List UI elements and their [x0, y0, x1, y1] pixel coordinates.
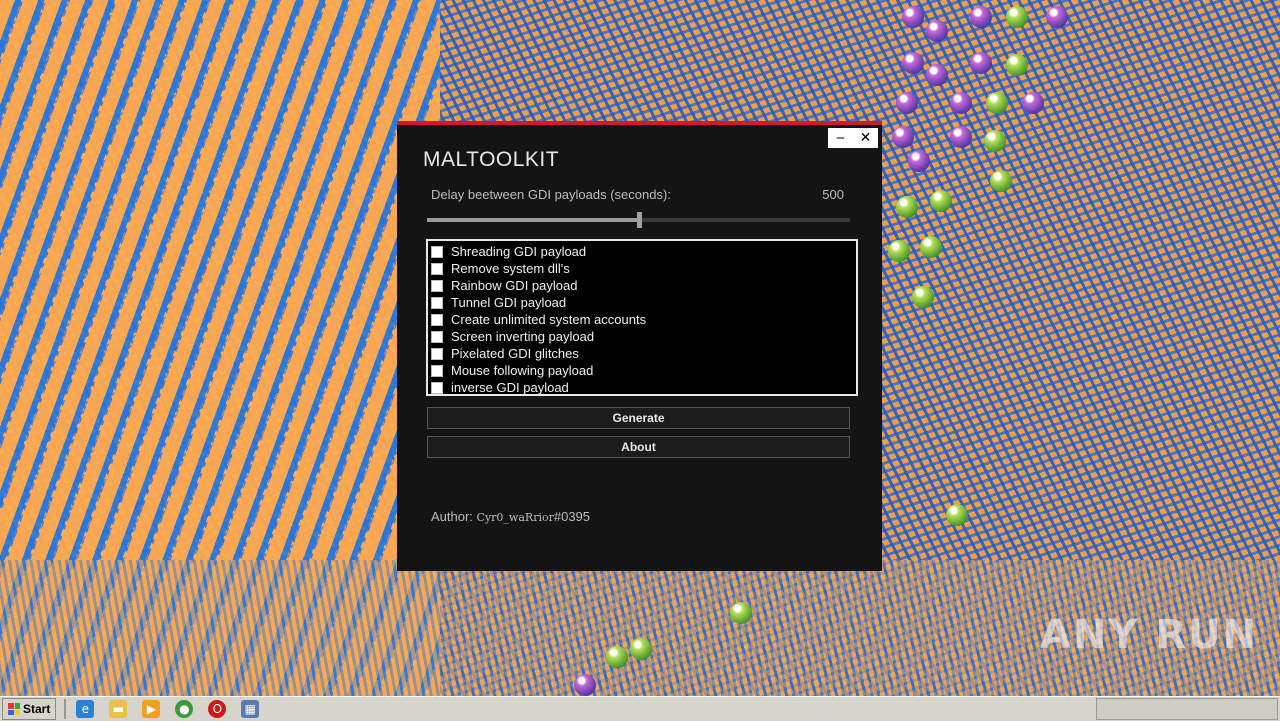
payload-item[interactable]: Remove system dll's: [428, 260, 856, 277]
glitch-orb-icon: [574, 674, 596, 696]
author-line: Author: Cyr0_waRrior#0395: [431, 509, 590, 524]
glitch-orb-icon: [912, 286, 934, 308]
system-tray: [1096, 698, 1278, 720]
about-button[interactable]: About: [427, 436, 850, 458]
generate-button[interactable]: Generate: [427, 407, 850, 429]
payload-label: Pixelated GDI glitches: [451, 346, 579, 361]
chrome-icon[interactable]: ●: [175, 700, 194, 718]
app-title: MALTOOLKIT: [423, 148, 560, 171]
author-prefix: Author:: [431, 509, 473, 524]
payload-label: Screen inverting payload: [451, 329, 595, 344]
glitch-orb-icon: [908, 150, 930, 172]
payload-checkbox[interactable]: [431, 296, 443, 309]
payload-item[interactable]: Screen inverting payload: [428, 328, 856, 345]
glitch-orb-icon: [606, 646, 628, 668]
glitch-orb-icon: [888, 240, 910, 262]
glitch-orb-icon: [970, 6, 992, 28]
payload-checkbox[interactable]: [431, 279, 443, 292]
payload-checkbox[interactable]: [431, 381, 443, 394]
payload-item[interactable]: Create unlimited system accounts: [428, 311, 856, 328]
payload-checkbox[interactable]: [431, 245, 443, 258]
ie-icon[interactable]: e: [76, 700, 95, 718]
glitch-orb-icon: [630, 638, 652, 660]
glitch-orb-icon: [984, 130, 1006, 152]
window-controls: ‒ ✕: [828, 128, 878, 148]
glitch-orb-icon: [920, 236, 942, 258]
opera-icon[interactable]: O: [208, 700, 227, 718]
payload-label: Mouse following payload: [451, 363, 594, 378]
windows-logo-icon: [8, 703, 20, 715]
slider-thumb[interactable]: [636, 212, 642, 228]
glitch-orb-icon: [926, 64, 948, 86]
payload-checkbox[interactable]: [431, 364, 443, 377]
payload-checkbox[interactable]: [431, 313, 443, 326]
glitch-orb-icon: [1022, 92, 1044, 114]
glitch-orb-icon: [902, 52, 924, 74]
glitch-orb-icon: [896, 196, 918, 218]
start-label: Start: [23, 702, 51, 716]
author-tag: #0395: [553, 509, 591, 524]
payload-label: Remove system dll's: [451, 261, 570, 276]
delay-slider[interactable]: [427, 212, 850, 228]
glitch-orb-icon: [990, 170, 1012, 192]
glitch-orb-icon: [730, 602, 752, 624]
glitch-orb-icon: [1046, 6, 1068, 28]
slider-fill: [427, 218, 639, 222]
payload-label: Tunnel GDI payload: [451, 295, 567, 310]
close-button[interactable]: ✕: [853, 128, 878, 148]
explorer-icon[interactable]: ▬: [109, 700, 128, 718]
glitch-orb-icon: [902, 6, 924, 28]
glitch-orb-icon: [986, 92, 1008, 114]
payload-label: inverse GDI payload: [451, 380, 569, 395]
payload-label: Create unlimited system accounts: [451, 312, 647, 327]
delay-value: 500: [822, 187, 844, 202]
payload-item[interactable]: Shreading GDI payload: [428, 243, 856, 260]
glitch-orb-icon: [1006, 6, 1028, 28]
payload-item[interactable]: Rainbow GDI payload: [428, 277, 856, 294]
glitch-orb-icon: [950, 92, 972, 114]
payload-label: Rainbow GDI payload: [451, 278, 578, 293]
taskbar-separator: [64, 699, 67, 719]
payload-label: Shreading GDI payload: [451, 244, 587, 259]
media-player-icon[interactable]: ▶: [142, 700, 161, 718]
glitch-orb-icon: [950, 126, 972, 148]
app-icon[interactable]: ▦: [241, 700, 260, 718]
watermark: ANY RUN: [1040, 612, 1259, 658]
author-name: Cyr0_waRrior: [476, 511, 554, 524]
glitch-orb-icon: [946, 504, 968, 526]
payload-item[interactable]: Pixelated GDI glitches: [428, 345, 856, 362]
payload-checkbox[interactable]: [431, 347, 443, 360]
payload-item[interactable]: Mouse following payload: [428, 362, 856, 379]
glitch-orb-icon: [896, 92, 918, 114]
maltoolkit-window: ‒ ✕ MALTOOLKIT Delay beetween GDI payloa…: [397, 121, 882, 571]
glitch-orb-icon: [1006, 54, 1028, 76]
start-button[interactable]: Start: [2, 698, 57, 720]
payload-checkbox[interactable]: [431, 262, 443, 275]
glitch-orb-icon: [892, 126, 914, 148]
delay-label: Delay beetween GDI payloads (seconds):: [431, 187, 671, 202]
payload-list: Shreading GDI payload Remove system dll'…: [426, 239, 858, 396]
payload-item[interactable]: Tunnel GDI payload: [428, 294, 856, 311]
minimize-button[interactable]: ‒: [828, 128, 853, 148]
payload-item[interactable]: inverse GDI payload: [428, 379, 856, 396]
payload-checkbox[interactable]: [431, 330, 443, 343]
taskbar: Start e ▬ ▶ ● O ▦: [0, 696, 1280, 721]
glitch-orb-icon: [930, 190, 952, 212]
glitch-orb-icon: [970, 52, 992, 74]
glitch-orb-icon: [926, 20, 948, 42]
